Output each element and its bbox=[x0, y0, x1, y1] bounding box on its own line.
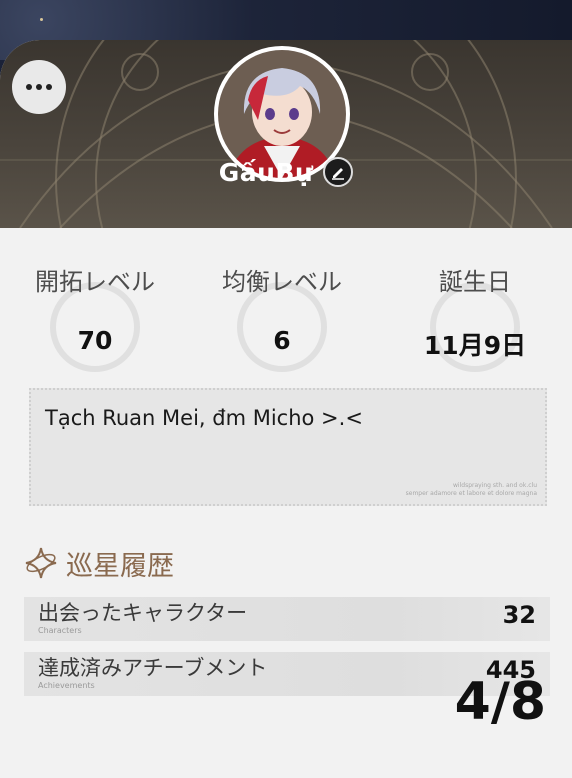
sparkle-star-icon bbox=[25, 547, 57, 579]
signature-box[interactable]: Tạch Ruan Mei, đm Micho >.< wildspraying… bbox=[29, 388, 547, 506]
record-label: 出会ったキャラクター bbox=[38, 601, 248, 625]
signature-text: Tạch Ruan Mei, đm Micho >.< bbox=[45, 406, 363, 430]
signature-decoration: wildspraying sth. and ok.clu semper adam… bbox=[405, 482, 537, 497]
section-title: 巡星履歴 bbox=[66, 550, 174, 582]
stat-label: 開拓レベル bbox=[35, 268, 155, 296]
profile-card: GấuBự 開拓レベル 70 均衡レベル 6 誕生日 11月9日 Tạch Ru… bbox=[0, 40, 572, 778]
stat-label: 誕生日 bbox=[439, 268, 511, 296]
more-dots-icon bbox=[26, 84, 32, 90]
stat-trailblaze-level: 開拓レベル 70 bbox=[0, 262, 190, 355]
records-section-header: 巡星履歴 bbox=[24, 543, 174, 583]
edit-nickname-button[interactable] bbox=[323, 157, 354, 187]
stat-value: 70 bbox=[77, 326, 113, 355]
star-decoration bbox=[40, 18, 43, 21]
record-sublabel: Achievements bbox=[38, 681, 95, 690]
nickname: GấuBự bbox=[218, 157, 314, 187]
more-options-button[interactable] bbox=[12, 60, 66, 114]
stat-birthday: 誕生日 11月9日 bbox=[380, 262, 570, 362]
record-characters: 出会ったキャラクター Characters 32 bbox=[24, 597, 550, 641]
record-sublabel: Characters bbox=[38, 626, 82, 635]
stats-row: 開拓レベル 70 均衡レベル 6 誕生日 11月9日 bbox=[0, 262, 572, 372]
stat-equilibrium-level: 均衡レベル 6 bbox=[187, 262, 377, 355]
pencil-icon bbox=[332, 168, 345, 180]
stat-label: 均衡レベル bbox=[222, 268, 342, 296]
record-value: 32 bbox=[502, 601, 536, 629]
stat-value: 11月9日 bbox=[423, 331, 527, 360]
nickname-row: GấuBự bbox=[0, 152, 572, 192]
page-counter: 4/8 bbox=[454, 672, 546, 732]
stat-value: 6 bbox=[273, 326, 291, 355]
record-label: 達成済みアチーブメント bbox=[38, 656, 268, 680]
